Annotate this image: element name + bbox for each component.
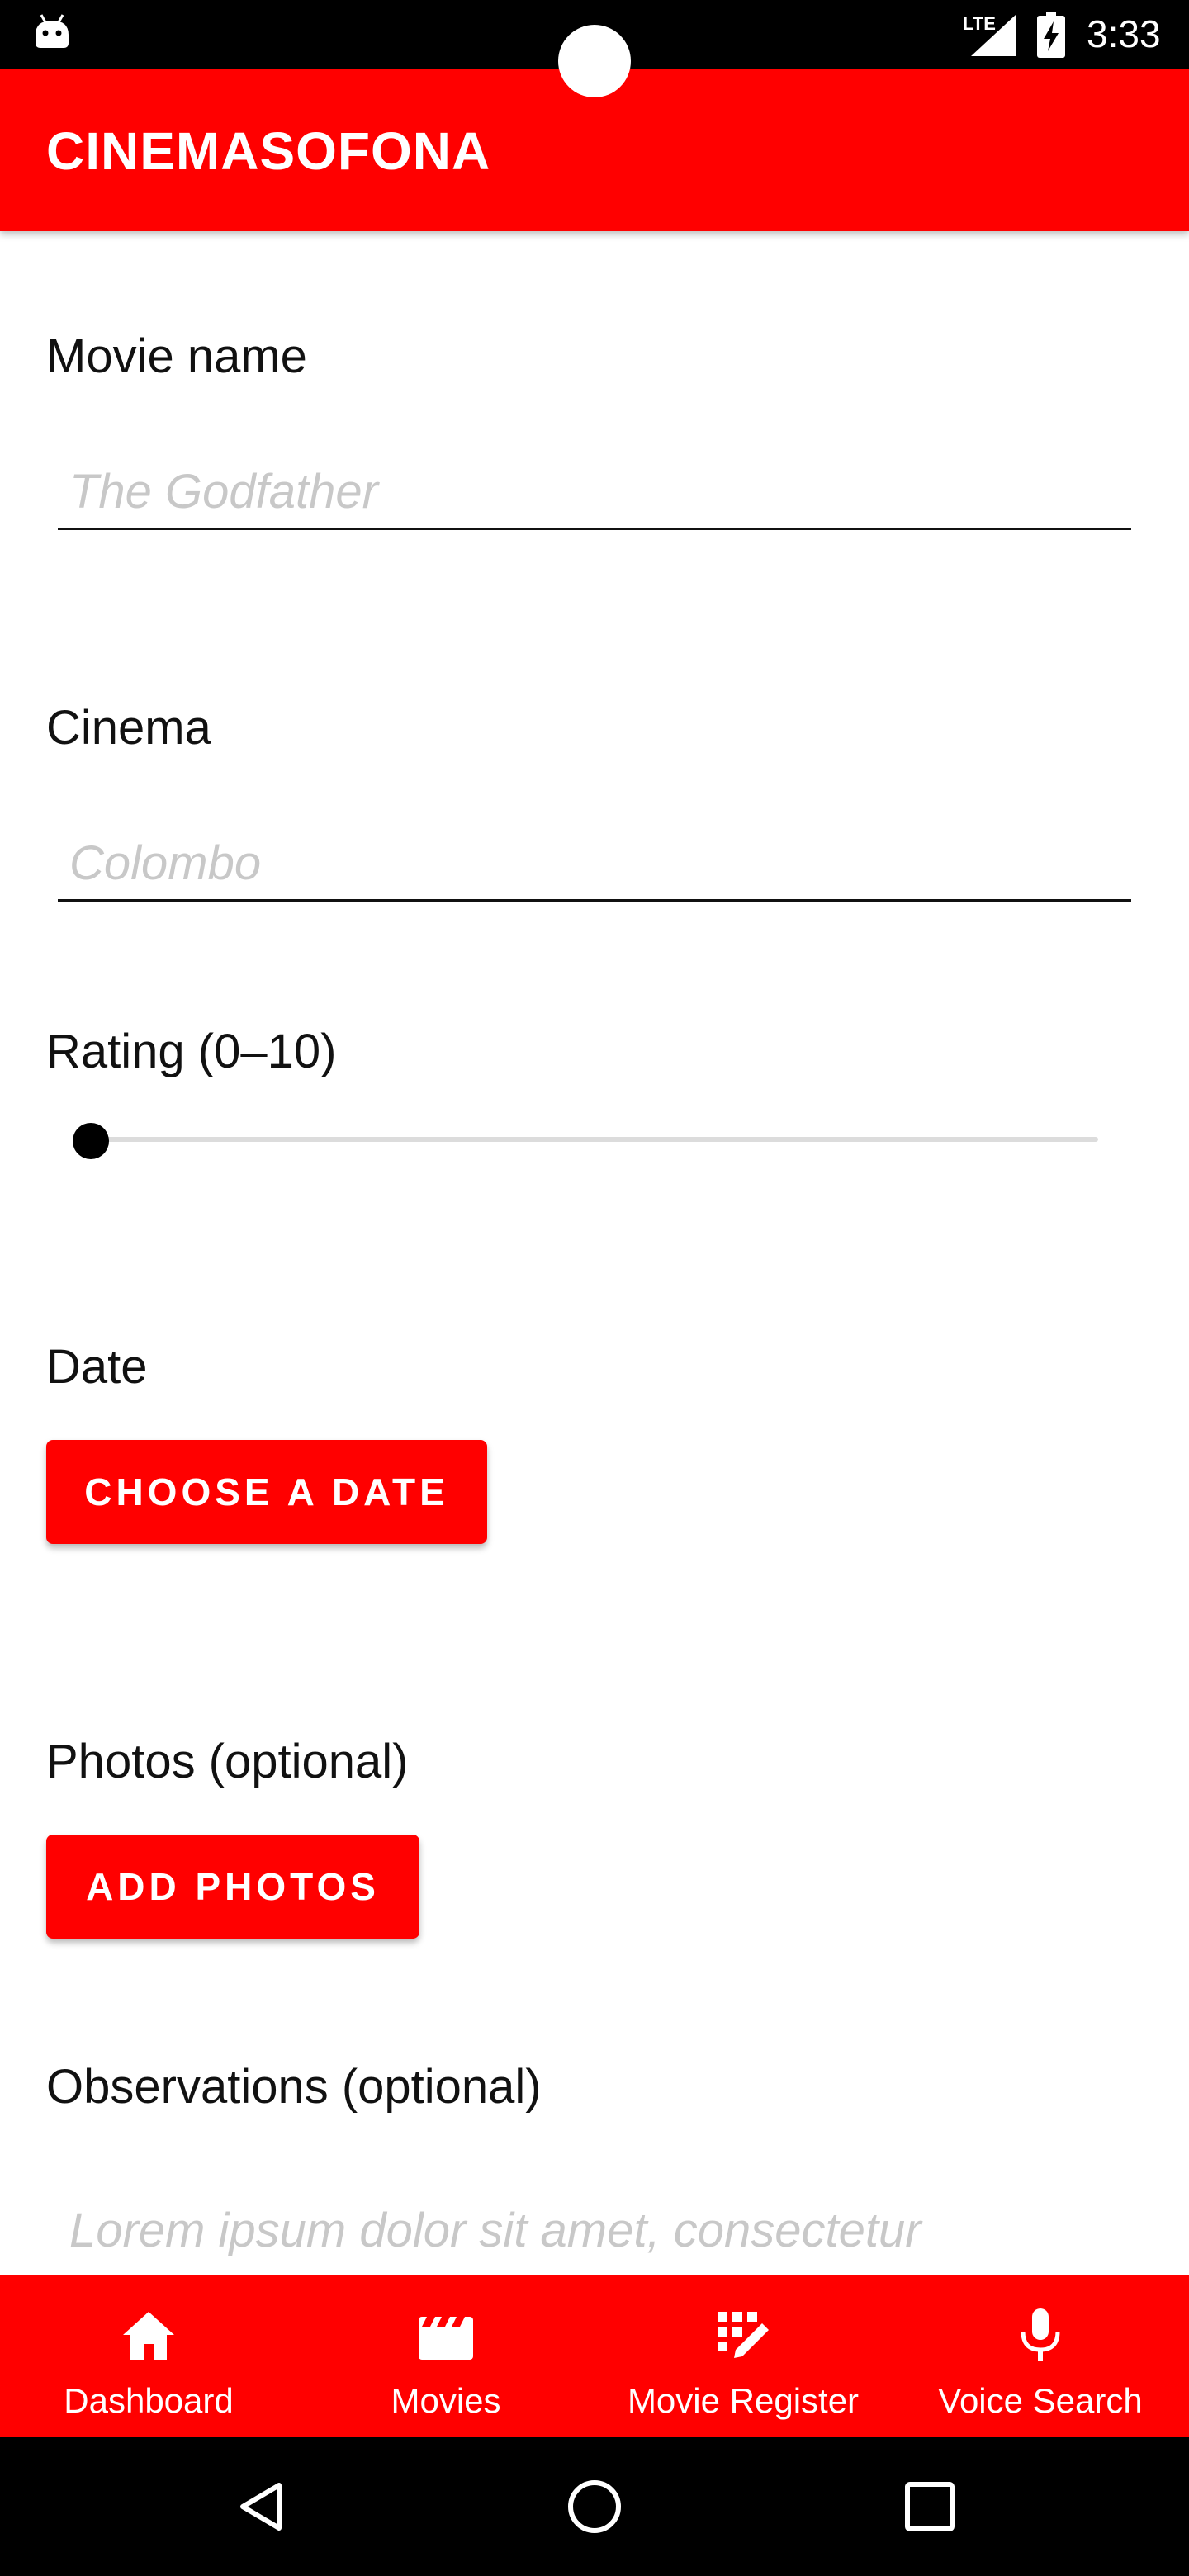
nav-item-movie-register[interactable]: Movie Register — [594, 2275, 892, 2437]
app-title: CINEMASOFONA — [46, 121, 491, 181]
rating-label: Rating (0–10) — [46, 1025, 337, 1078]
cinema-placeholder: Colombo — [69, 836, 262, 890]
nav-label-dashboard: Dashboard — [64, 2381, 234, 2420]
movie-name-input[interactable]: The Godfather — [58, 447, 1131, 530]
movie-clapper-icon — [419, 2317, 473, 2360]
clock: 3:33 — [1087, 12, 1161, 55]
recents-icon[interactable] — [903, 2480, 956, 2533]
nav-item-movies[interactable]: Movies — [297, 2275, 594, 2437]
bottom-navigation: Dashboard Movies Movie Register Voice Se… — [0, 2275, 1189, 2437]
cinema-label: Cinema — [46, 701, 211, 755]
observations-input[interactable]: Lorem ipsum dolor sit amet, consectetur — [69, 2203, 921, 2258]
microphone-icon — [1021, 2308, 1060, 2361]
register-edit-icon — [718, 2312, 769, 2358]
slider-thumb[interactable] — [73, 1123, 109, 1159]
date-label: Date — [46, 1340, 148, 1394]
back-icon[interactable] — [236, 2480, 286, 2533]
android-icon — [36, 14, 69, 48]
photos-label: Photos (optional) — [46, 1735, 409, 1788]
nav-item-voice-search[interactable]: Voice Search — [892, 2275, 1189, 2437]
add-photos-button[interactable]: ADD PHOTOS — [46, 1835, 419, 1939]
movie-name-label: Movie name — [46, 329, 307, 383]
choose-date-button[interactable]: CHOOSE A DATE — [46, 1440, 487, 1544]
home-circle-icon[interactable] — [566, 2479, 623, 2535]
movie-name-placeholder: The Godfather — [69, 465, 378, 519]
nav-label-voice-search: Voice Search — [938, 2381, 1143, 2420]
system-navigation-bar — [0, 2437, 1189, 2576]
signal-icon — [971, 15, 1016, 56]
observations-label: Observations (optional) — [46, 2060, 542, 2114]
battery-charging-icon — [1037, 12, 1065, 58]
status-bar: LTE 3:33 — [0, 0, 1189, 97]
cinema-input[interactable]: Colombo — [58, 819, 1131, 902]
slider-track — [92, 1137, 1098, 1142]
home-icon — [123, 2312, 174, 2360]
rating-slider[interactable] — [73, 1123, 1098, 1159]
camera-cutout — [558, 25, 631, 97]
nav-label-movie-register: Movie Register — [627, 2381, 860, 2420]
nav-item-dashboard[interactable]: Dashboard — [0, 2275, 297, 2437]
nav-label-movies: Movies — [391, 2381, 501, 2420]
